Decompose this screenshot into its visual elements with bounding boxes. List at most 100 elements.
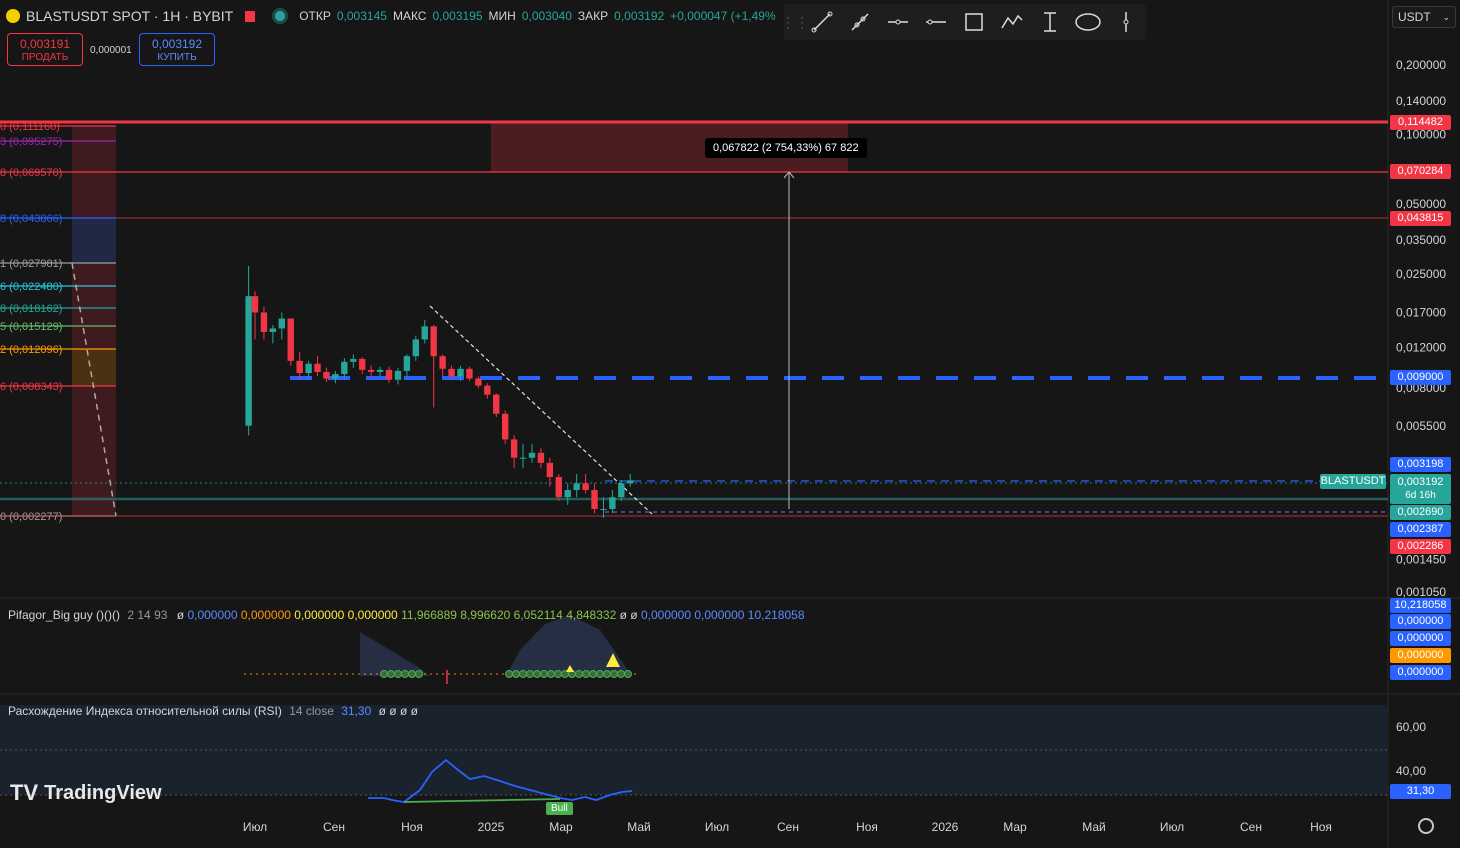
ellipse-icon[interactable] xyxy=(1072,7,1104,37)
rsi-tick-60: 60,00 xyxy=(1396,720,1427,734)
price-tag-blue-level: 0,009000 xyxy=(1390,370,1451,385)
drag-handle-icon[interactable]: ⋮⋮ xyxy=(781,7,809,37)
ind1-signal-dot xyxy=(540,670,548,678)
symbol-logo-icon xyxy=(6,9,20,23)
indicator2-name: Расхождение Индекса относительной силы (… xyxy=(8,704,282,718)
candle-body xyxy=(519,457,527,459)
trend-line-icon[interactable] xyxy=(806,7,838,37)
candle-body xyxy=(403,356,411,371)
ind1-v10: ø xyxy=(630,608,638,622)
indicator2-legend[interactable]: Расхождение Индекса относительной силы (… xyxy=(8,704,418,718)
ind1-tag-2: 0,000000 xyxy=(1390,631,1451,646)
ind1-dot xyxy=(358,673,360,675)
candle-body xyxy=(430,326,437,357)
time-axis-label: Сен xyxy=(777,820,799,834)
spread-value: 0,000001 xyxy=(90,45,132,56)
sell-button[interactable]: 0,003191 ПРОДАТЬ xyxy=(7,33,83,66)
fib-level-label: 8 (0,043866) xyxy=(0,213,62,225)
ind1-dot xyxy=(502,673,504,675)
ind1-v9: ø xyxy=(619,608,627,622)
time-axis-label: Мар xyxy=(1003,820,1027,834)
ind1-dot xyxy=(262,673,264,675)
flag-icon[interactable] xyxy=(245,10,256,22)
ind1-signal-dot xyxy=(408,670,416,678)
currency-select[interactable]: USDT ⌄ xyxy=(1392,6,1456,28)
horizontal-line-icon[interactable] xyxy=(920,7,952,37)
market-status-icon xyxy=(275,11,286,21)
buy-price: 0,003192 xyxy=(151,37,203,51)
drawing-toolbar: ⋮⋮ xyxy=(781,4,1146,40)
ind1-v11: 0,000000 xyxy=(640,608,692,622)
indicator2-extra: ø ø ø ø xyxy=(378,704,418,718)
candle-body xyxy=(314,363,321,372)
symbol-title[interactable]: BLASTUSDT SPOT · 1H · BYBIT xyxy=(26,8,233,24)
ind1-dot xyxy=(364,673,366,675)
buy-button[interactable]: 0,003192 КУПИТЬ xyxy=(139,33,215,66)
ind1-tag-3: 0,000000 xyxy=(1390,648,1451,663)
chart-canvas[interactable]: 0,2000000,1400000,1000000,0500000,035000… xyxy=(0,0,1460,848)
ind1-v8: 4,848332 xyxy=(566,608,617,622)
price-tag-level: 0,043815 xyxy=(1390,211,1451,226)
vertical-line-icon[interactable] xyxy=(1110,7,1142,37)
price-tag-blue-low: 0,002387 xyxy=(1390,522,1451,537)
candle-body xyxy=(564,490,571,498)
time-axis-label: Ноя xyxy=(401,820,423,834)
fib-level-label: 6 (0,008343) xyxy=(0,381,62,393)
fib-level-label: 3 (0,095275) xyxy=(0,136,62,148)
close-label: ЗАКР xyxy=(577,9,609,23)
ray-icon[interactable] xyxy=(844,7,876,37)
ind1-v3: 0,000000 xyxy=(294,608,345,622)
candle-body xyxy=(296,360,303,374)
ind1-dot xyxy=(328,673,330,675)
ind1-signal-dot xyxy=(624,670,632,678)
candle-body xyxy=(537,452,545,463)
ind1-dot xyxy=(448,673,450,675)
tradingview-logo-icon: TV xyxy=(10,780,39,805)
ind1-dot xyxy=(472,673,474,675)
time-axis-label: Сен xyxy=(323,820,345,834)
countdown: 6d 16h xyxy=(1405,490,1436,501)
ind1-tag-0: 10,218058 xyxy=(1390,598,1451,613)
price-axis-tick: 0,035000 xyxy=(1396,233,1446,247)
price-axis-tick: 0,200000 xyxy=(1396,58,1446,72)
time-axis-label: Июл xyxy=(243,820,267,834)
ind1-dot xyxy=(484,673,486,675)
measure-label[interactable]: 0,067822 (2 754,33%) 67 822 xyxy=(705,138,867,158)
candle-body xyxy=(332,374,339,379)
ind1-signal-dot xyxy=(610,670,618,678)
candle-body xyxy=(287,318,294,361)
candle-body xyxy=(627,480,634,484)
ind1-dot xyxy=(286,673,288,675)
ind1-dot xyxy=(340,673,342,675)
price-axis-tick: 0,050000 xyxy=(1396,197,1446,211)
ind1-dot xyxy=(322,673,324,675)
ind1-dot xyxy=(634,673,636,675)
candle-body xyxy=(260,312,268,332)
ind1-signal-dot xyxy=(505,670,513,678)
ind1-v13: 10,218058 xyxy=(747,608,805,622)
close-value: 0,003192 xyxy=(614,9,665,23)
candle-body xyxy=(475,378,482,386)
path-icon[interactable] xyxy=(996,7,1028,37)
rectangle-icon[interactable] xyxy=(958,7,990,37)
ind1-v7: 6,052114 xyxy=(513,608,563,622)
ind1-v4: 0,000000 xyxy=(347,608,398,622)
candle-body xyxy=(269,328,277,332)
price-tag-blue-small: 0,003198 xyxy=(1390,457,1451,472)
settings-gear-icon[interactable] xyxy=(1418,818,1434,834)
long-position-icon[interactable] xyxy=(1034,7,1066,37)
ind1-dot xyxy=(370,673,372,675)
indicator1-legend[interactable]: Pifagor_Big guy ()()() 2 14 93 ø 0,00000… xyxy=(8,608,805,622)
high-label: МАКС xyxy=(392,9,427,23)
tradingview-watermark[interactable]: TV TradingView xyxy=(10,780,162,806)
fib-level-label: 2 (0,012096) xyxy=(0,344,62,356)
horizontal-ray-icon[interactable] xyxy=(882,7,914,37)
ind1-signal-dot xyxy=(512,670,520,678)
candle-body xyxy=(394,370,402,380)
fib-zone xyxy=(72,126,116,516)
ind1-signal-dot xyxy=(394,670,402,678)
indicator1-name: Pifagor_Big guy ()()() xyxy=(8,608,121,622)
price-tag-target: 0,070284 xyxy=(1390,164,1451,179)
ind1-dot xyxy=(250,673,252,675)
price-tag-resistance: 0,114482 xyxy=(1390,115,1451,130)
